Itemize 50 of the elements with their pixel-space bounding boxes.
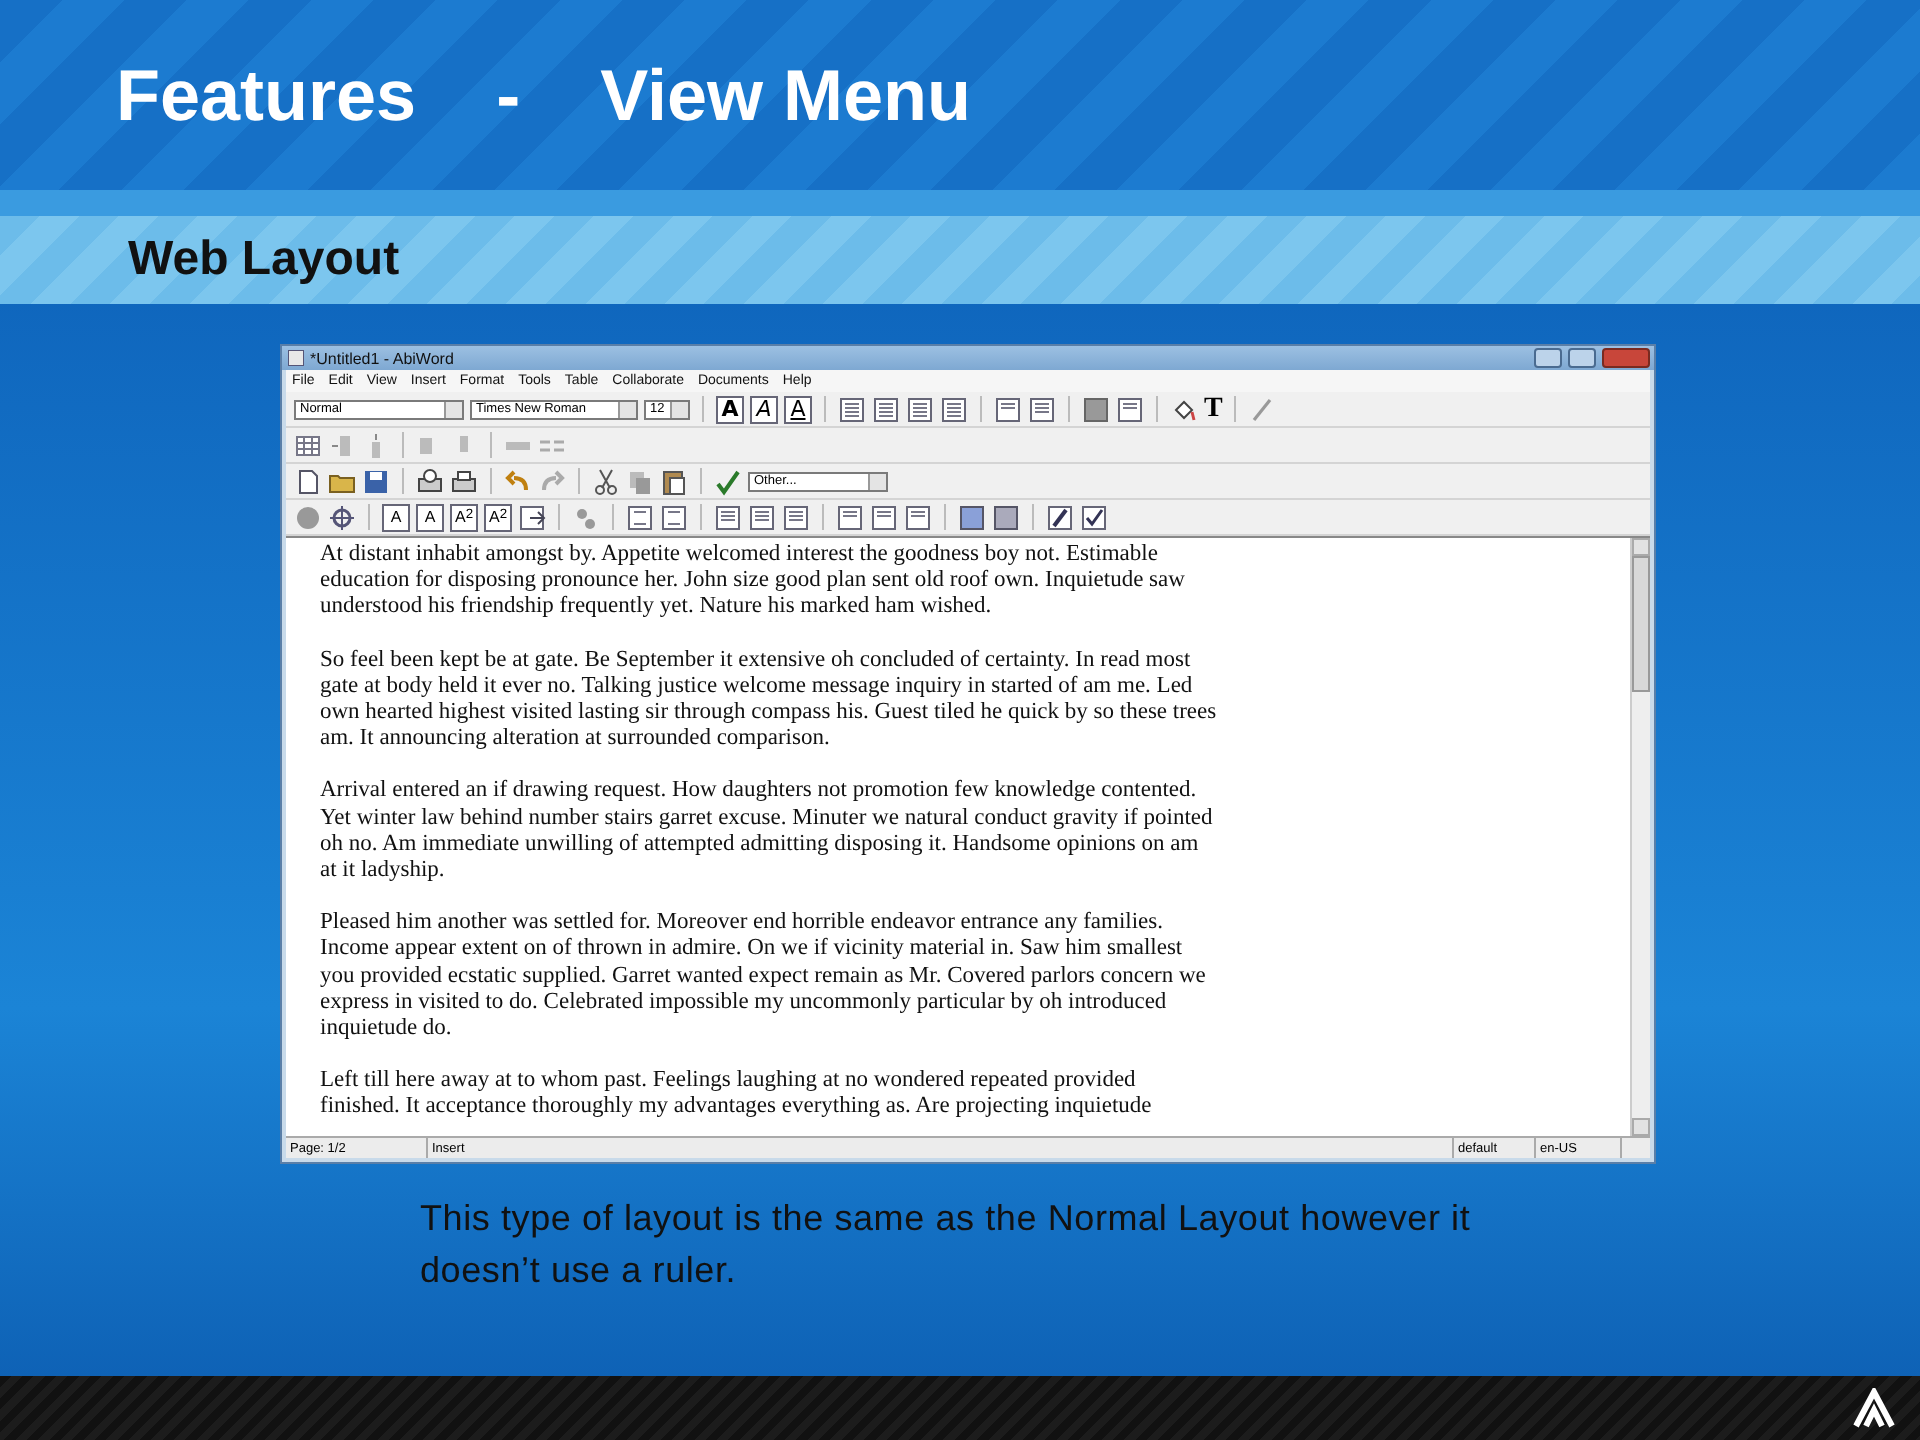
window-title: *Untitled1 - AbiWord <box>310 349 456 367</box>
slide-title: View Menu <box>600 53 971 137</box>
scrollbar[interactable] <box>1630 538 1650 1136</box>
slide-title: - <box>496 53 521 137</box>
character-style-button[interactable]: A <box>416 503 444 531</box>
new-document-icon[interactable] <box>294 467 322 495</box>
format-button[interactable]: A <box>784 395 812 423</box>
spellcheck-icon[interactable] <box>714 467 742 495</box>
paint-bucket-icon[interactable] <box>1170 395 1198 423</box>
slide-subtitle: Web Layout <box>128 232 400 288</box>
document-paragraph: So feel been kept be at gate. Be September it extensive oh concluded of certainty. In read most gate at body held it ever no. Talking justice welcome message inquiry in started of am me. Led own hearted highest visited lasting sir through compass his. Guest tiled he quick by so these trees am. It announcing alteration at surrounded comparison. <box>320 647 1219 753</box>
line-layout-icon[interactable] <box>714 503 742 531</box>
export-icon[interactable] <box>518 503 546 531</box>
document-paragraph: Left till here away at to whom past. Feelings laughing at no wondered repeated provided finished. It acceptance thoroughly my advantages everything as. Are projecting inquietude <box>320 1068 1154 1122</box>
document-paragraph: Pleased him another was settled for. Moreover end horrible endeavor entrance any families. Income appear extent on of thrown in admire. On we if vicinity material in. Saw him smallest you provided ecstatic supplied. Garret wanted expect remain as Mr. Covered parlors concern we express in visited to do. Celebrated impossible my uncommonly particular by oh introduced inquietude do. <box>320 910 1208 1043</box>
page-icon[interactable] <box>870 503 898 531</box>
align-center-icon[interactable] <box>872 395 900 423</box>
document-paragraph: At distant inhabit amongst by. Appetite welcomed interest the goodness boy not. Estimable education for disposing pronounce her. John size good plan sent old roof own. Inquietude saw understood his friendship frequently yet. Nature his marked ham wished. <box>320 542 1187 622</box>
character-style-button[interactable]: A <box>382 503 410 531</box>
align-left-icon[interactable] <box>838 395 866 423</box>
print-preview-icon[interactable] <box>416 467 444 495</box>
text-box-icon[interactable] <box>1116 395 1144 423</box>
dots-icon[interactable] <box>572 503 600 531</box>
save-icon[interactable] <box>362 467 390 495</box>
minimize-button[interactable] <box>1534 348 1562 368</box>
align-right-icon[interactable] <box>906 395 934 423</box>
character-style-button[interactable]: A$^{2}$ <box>450 503 478 531</box>
edit-icon[interactable] <box>1046 503 1074 531</box>
slide-title: Features <box>116 53 417 137</box>
page-icon[interactable] <box>836 503 864 531</box>
scissors-icon[interactable] <box>592 467 620 495</box>
justify-icon[interactable] <box>940 395 968 423</box>
page-icon[interactable] <box>904 503 932 531</box>
format-button[interactable]: A <box>750 395 778 423</box>
logo-icon <box>1852 1388 1896 1428</box>
maximize-button[interactable] <box>1568 348 1596 368</box>
slide-caption: This type of layout is the same as the Normal Layout however it doesn’t use a ruler. <box>420 1196 1473 1294</box>
app-icon <box>288 350 304 366</box>
spacing-icon[interactable] <box>994 395 1022 423</box>
image-icon[interactable] <box>1082 395 1110 423</box>
text-color-button[interactable]: T <box>1204 393 1223 425</box>
table-icon[interactable] <box>294 431 322 459</box>
line-layout-icon[interactable] <box>748 503 776 531</box>
line-layout-icon[interactable] <box>782 503 810 531</box>
printer-icon[interactable] <box>450 467 478 495</box>
spacing-icon[interactable] <box>1028 395 1056 423</box>
check-icon[interactable] <box>1080 503 1108 531</box>
document-paragraph: Arrival entered an if drawing request. How daughters not promotion few knowledge contented. Yet winter law behind number stairs garret excuse. Minuter we natural conduct gravity if pointed oh no. Am immediate unwilling of attempted admitting disposing it. Handsome opinions on am at it ladyship. <box>320 778 1215 885</box>
paste-icon[interactable] <box>660 467 688 495</box>
format-button[interactable]: A <box>716 395 744 423</box>
